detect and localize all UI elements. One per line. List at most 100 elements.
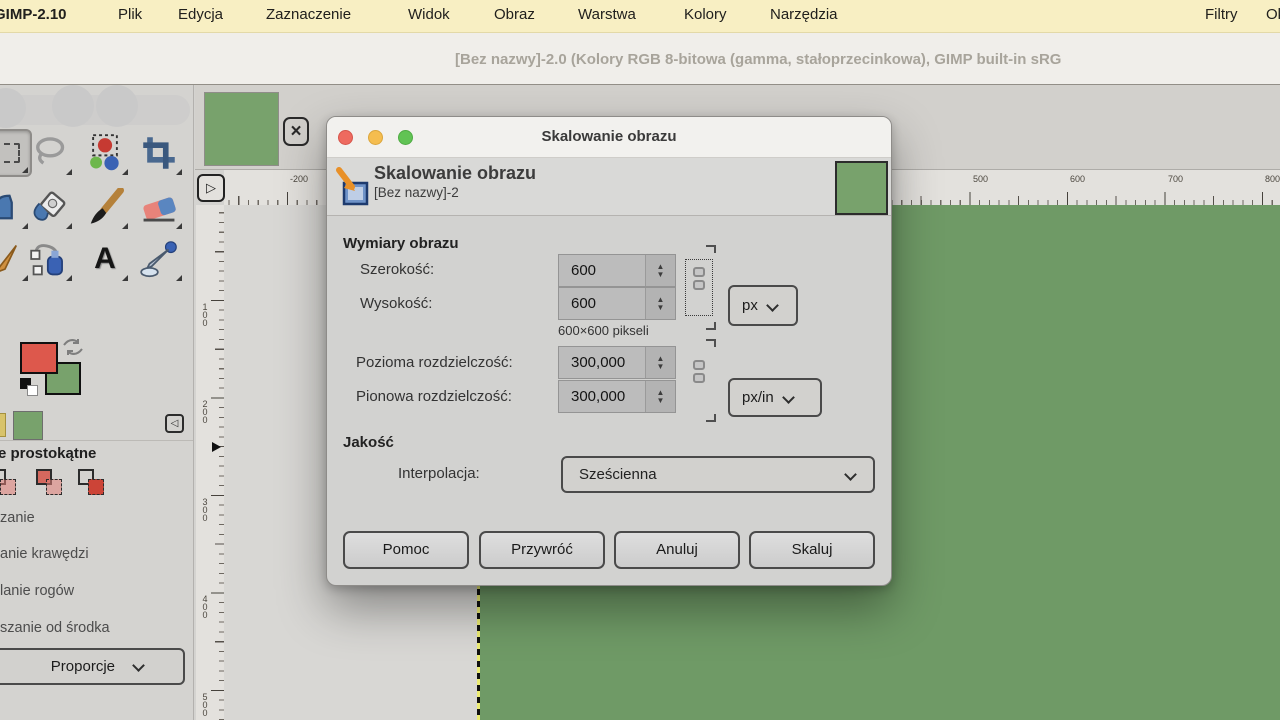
height-spinner[interactable]: ▲ ▼ [645,288,675,319]
size-unit-dropdown[interactable]: px [728,285,798,326]
swap-colors-icon[interactable] [60,337,86,357]
h-resolution-label: Pozioma rozdzielczość: [356,354,513,371]
width-value[interactable]: 600 [559,255,645,286]
close-window-button[interactable] [338,130,353,145]
resolution-unit-value: px/in [742,389,774,406]
option-antialiasing-label[interactable]: zanie [0,510,35,526]
paintbrush-tool-icon [90,188,124,224]
section-quality: Jakość [343,434,394,451]
chain-arm [706,245,716,253]
brush-preview[interactable] [0,413,6,437]
size-unit-value: px [742,297,758,314]
spin-down-icon[interactable]: ▼ [657,362,665,371]
window-title: [Bez nazwy]-2.0 (Kolory RGB 8-bitowa (ga… [455,51,1062,68]
dialog-header-subtitle: [Bez nazwy]-2 [374,185,459,200]
menu-widok[interactable]: Widok [408,6,450,23]
spin-down-icon[interactable]: ▼ [657,396,665,405]
v-resolution-spinbox[interactable]: 300,000 ▲ ▼ [558,380,676,413]
height-value[interactable]: 600 [559,288,645,319]
text-tool-button[interactable]: A [80,235,130,283]
width-label: Szerokość: [360,261,435,278]
height-label: Wysokość: [360,295,433,312]
ruler-label: 500 [973,174,989,184]
zoom-window-button[interactable] [398,130,413,145]
ruler-label: 800 [1265,174,1280,184]
section-image-size: Wymiary obrazu [343,235,459,252]
dialog-header: Skalowanie obrazu [Bez nazwy]-2 [327,158,891,216]
menu-gimp[interactable]: GIMP-2.10 [0,6,67,23]
spin-down-icon[interactable]: ▼ [657,303,665,312]
width-spinbox[interactable]: 600 ▲ ▼ [558,254,676,287]
chevron-down-icon [132,659,145,672]
menu-zaznaczenie[interactable]: Zaznaczenie [266,6,351,23]
paintbrush-tool-button[interactable] [80,183,130,231]
close-image-button[interactable]: × [283,117,309,146]
proportions-dropdown[interactable]: Proporcje [0,648,185,685]
reset-button[interactable]: Przywróć [479,531,605,569]
default-colors-icon[interactable] [27,385,38,396]
vertical-ruler[interactable]: 100 200 300 400 500 [196,205,224,720]
airbrush-tool-icon [0,244,18,272]
transform-tool-icon [0,194,13,220]
toolbox-dock: A ◁ e prostokątne zanie anie krawędzi la… [0,85,194,720]
ruler-menu-button[interactable]: ▷ [197,174,225,202]
gradient-preview[interactable] [13,411,43,440]
cancel-button[interactable]: Anuluj [614,531,740,569]
bucket-fill-tool-icon [33,191,66,221]
interpolation-dropdown[interactable]: Sześcienna [561,456,875,493]
chevron-down-icon [781,391,795,404]
menu-edycja[interactable]: Edycja [178,6,223,23]
ruler-label: 600 [1070,174,1086,184]
crop-tool-icon [143,137,175,169]
proportions-dropdown-label: Proporcje [50,658,115,675]
selection-mode-replace-button[interactable] [0,469,16,495]
ruler-label: 700 [1168,174,1184,184]
menu-plik[interactable]: Plik [118,6,142,23]
free-select-tool-button[interactable] [24,129,74,177]
menu-warstwa[interactable]: Warstwa [578,6,636,23]
dialog-titlebar[interactable]: Skalowanie obrazu [327,117,891,158]
ruler-label: 200 [202,399,208,425]
interpolation-value: Sześcienna [579,466,657,483]
image-tab-thumbnail[interactable] [204,92,279,166]
h-resolution-value[interactable]: 300,000 [559,347,645,378]
eraser-tool-button[interactable] [134,183,184,231]
ruler-menu-icon: ▷ [206,180,216,195]
scale-button[interactable]: Skaluj [749,531,875,569]
back-arrow-button[interactable]: ◁ [165,414,184,433]
spin-down-icon[interactable]: ▼ [657,270,665,279]
menu-filtry[interactable]: Filtry [1205,6,1238,23]
menu-narzedzia[interactable]: Narzędzia [770,6,838,23]
help-button[interactable]: Pomoc [343,531,469,569]
bucket-fill-tool-button[interactable] [24,183,74,231]
h-resolution-spinner[interactable]: ▲ ▼ [645,347,675,378]
option-expand-from-center-label[interactable]: szanie od środka [0,620,110,636]
width-spinner[interactable]: ▲ ▼ [645,255,675,286]
h-resolution-spinbox[interactable]: 300,000 ▲ ▼ [558,346,676,379]
chain-arm [706,339,716,347]
resolution-chain-icon[interactable] [693,360,705,383]
pointer-position-marker [212,442,221,452]
foreground-color-swatch[interactable] [20,342,58,374]
v-resolution-spinner[interactable]: ▲ ▼ [645,381,675,412]
color-picker-tool-button[interactable] [134,235,184,283]
ink-tool-button[interactable] [24,235,74,283]
option-feather-edges-label[interactable]: anie krawędzi [0,546,89,562]
ruler-label: 100 [202,302,208,328]
v-resolution-value[interactable]: 300,000 [559,381,645,412]
menu-obraz[interactable]: Obraz [494,6,535,23]
text-tool-icon: A [94,242,116,275]
option-rounded-corners-label[interactable]: lanie rogów [0,583,74,599]
selection-mode-subtract-button[interactable] [76,469,104,495]
menu-okna[interactable]: Okna [1266,6,1280,23]
color-picker-tool-icon [140,241,177,278]
select-by-color-tool-button[interactable] [80,129,130,177]
height-spinbox[interactable]: 600 ▲ ▼ [558,287,676,320]
crop-tool-button[interactable] [134,129,184,177]
minimize-window-button[interactable] [368,130,383,145]
selection-mode-add-button[interactable] [34,469,62,495]
resolution-unit-dropdown[interactable]: px/in [728,378,822,417]
eraser-tool-icon [143,197,176,222]
size-chain-icon[interactable] [693,267,705,290]
menu-kolory[interactable]: Kolory [684,6,727,23]
